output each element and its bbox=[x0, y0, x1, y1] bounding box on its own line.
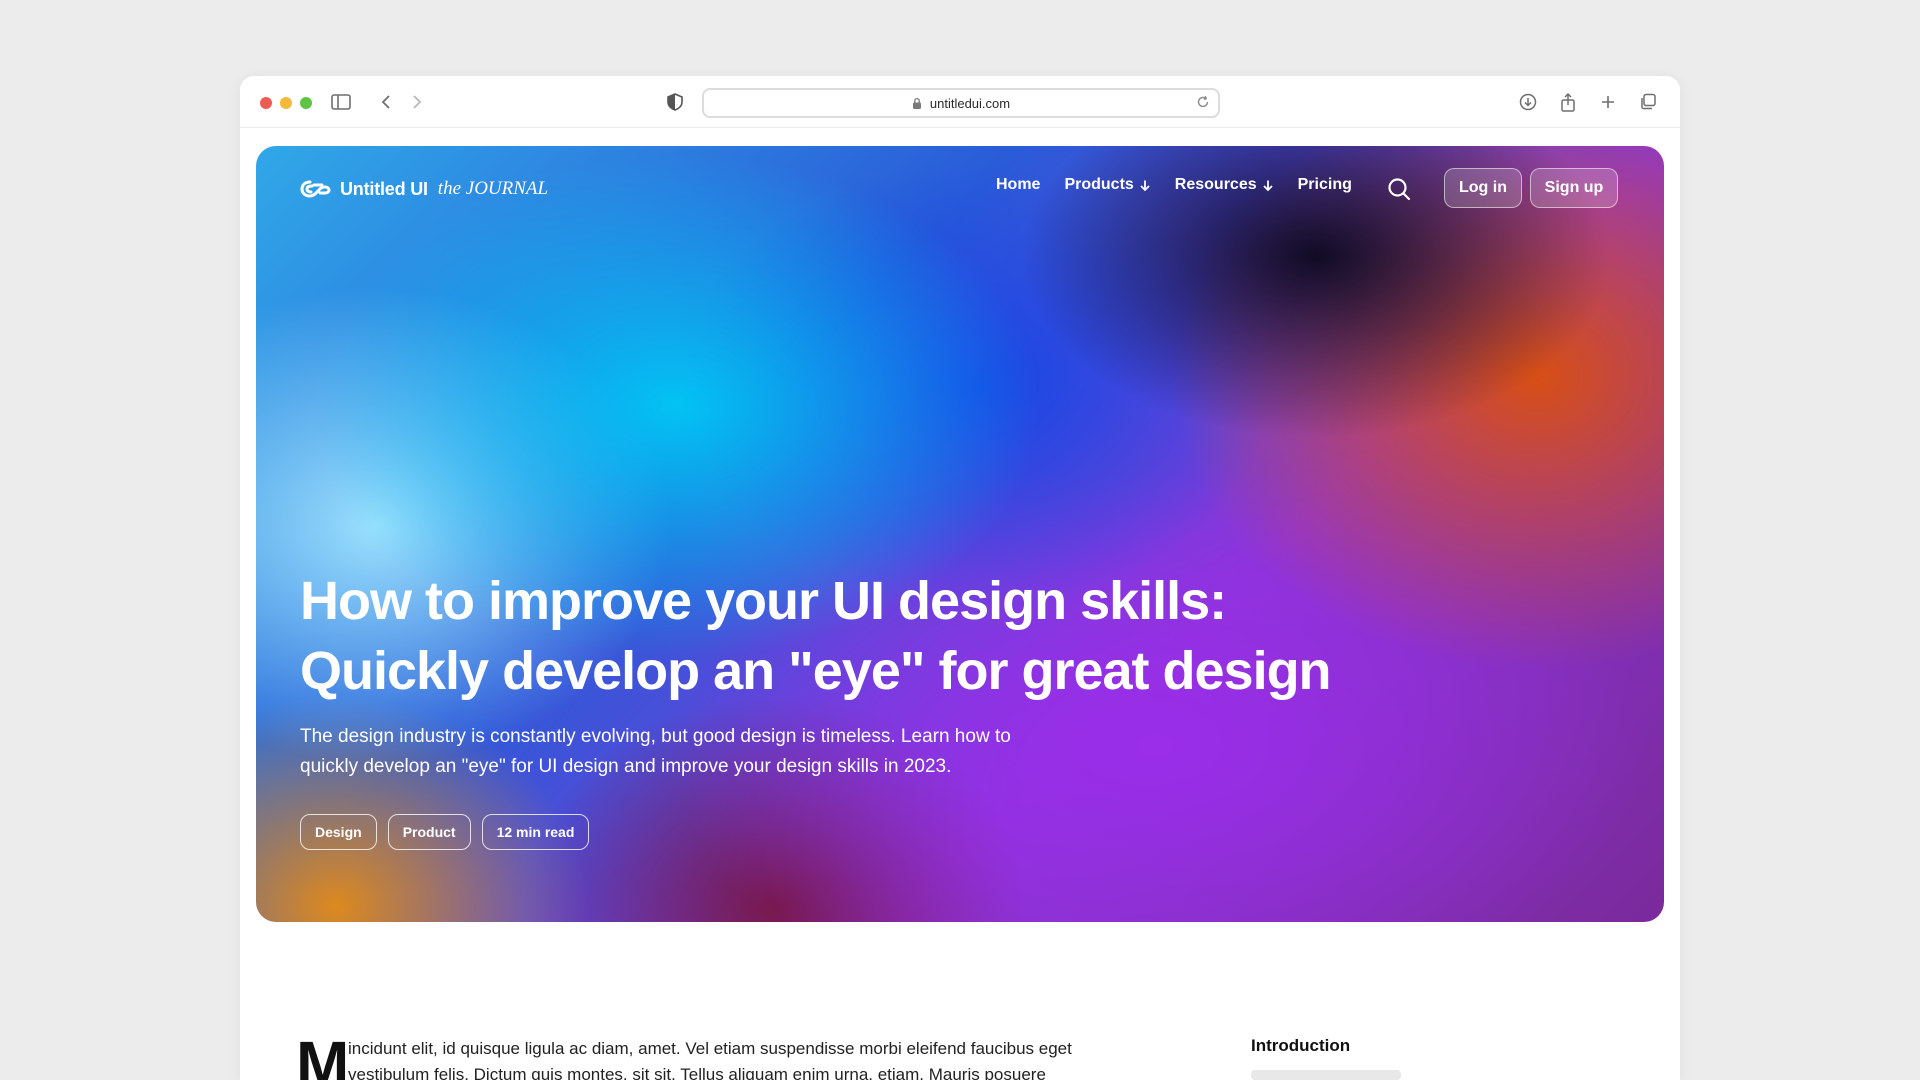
article-title-line-2: Quickly develop an "eye" for great desig… bbox=[300, 641, 1332, 701]
lock-icon bbox=[912, 97, 921, 109]
hero-section: Untitled UI the JOURNAL Home Products Re… bbox=[256, 146, 1664, 922]
nav-home[interactable]: Home bbox=[996, 176, 1040, 194]
share-icon[interactable] bbox=[1557, 92, 1579, 112]
back-icon[interactable] bbox=[375, 92, 397, 112]
forward-icon[interactable] bbox=[406, 92, 428, 112]
article-paragraph: incidunt elit, id quisque ligula ac diam… bbox=[348, 1036, 1138, 1080]
article-subtitle-line-2: quickly develop an "eye" for UI design a… bbox=[300, 756, 952, 777]
main-nav: Home Products Resources Pricing bbox=[996, 176, 1352, 194]
article-title-line-1: How to improve your UI design skills: bbox=[300, 571, 1227, 631]
nav-pricing-label: Pricing bbox=[1297, 176, 1352, 193]
nav-resources-label: Resources bbox=[1174, 176, 1257, 193]
tag-design[interactable]: Design bbox=[300, 814, 377, 850]
article-subtitle: The design industry is constantly evolvi… bbox=[300, 722, 1090, 782]
browser-window: untitledui.com Untitled UI the JOURNAL H… bbox=[240, 76, 1680, 1080]
close-window-button[interactable] bbox=[260, 97, 272, 109]
maximize-window-button[interactable] bbox=[300, 97, 312, 109]
article-title: How to improve your UI design skills: Qu… bbox=[300, 566, 1500, 706]
nav-products[interactable]: Products bbox=[1064, 176, 1150, 194]
sidebar-toggle-icon[interactable] bbox=[330, 92, 352, 112]
address-bar[interactable]: untitledui.com bbox=[702, 88, 1220, 118]
article-subtitle-line-1: The design industry is constantly evolvi… bbox=[300, 726, 1011, 747]
tag-read-time: 12 min read bbox=[481, 814, 590, 850]
privacy-shield-icon[interactable] bbox=[664, 92, 686, 112]
tag-product[interactable]: Product bbox=[387, 814, 471, 850]
browser-toolbar: untitledui.com bbox=[240, 76, 1680, 128]
toc-item-introduction[interactable]: Introduction bbox=[1251, 1036, 1350, 1056]
url-text: untitledui.com bbox=[929, 95, 1011, 111]
logo-mark-icon bbox=[300, 180, 331, 198]
nav-home-label: Home bbox=[996, 176, 1041, 193]
brand-suffix: the JOURNAL bbox=[437, 178, 549, 199]
nav-products-label: Products bbox=[1064, 176, 1134, 193]
brand-name: Untitled UI bbox=[340, 178, 428, 199]
arrow-down-icon bbox=[1140, 180, 1150, 191]
download-icon[interactable] bbox=[1517, 92, 1539, 112]
article-line-1: incidunt elit, id quisque ligula ac diam… bbox=[348, 1039, 1072, 1058]
toc-item-placeholder bbox=[1251, 1070, 1401, 1080]
tab-overview-icon[interactable] bbox=[1637, 92, 1659, 112]
minimize-window-button[interactable] bbox=[280, 97, 292, 109]
arrow-down-icon bbox=[1262, 180, 1273, 191]
article-line-2: vestibulum felis. Dictum quis montes, si… bbox=[348, 1065, 1046, 1080]
nav-pricing[interactable]: Pricing bbox=[1298, 176, 1352, 194]
article-tags: Design Product 12 min read bbox=[300, 814, 590, 850]
new-tab-icon[interactable] bbox=[1597, 92, 1619, 112]
login-button[interactable]: Log in bbox=[1444, 168, 1522, 208]
nav-resources[interactable]: Resources bbox=[1175, 176, 1274, 194]
reload-icon[interactable] bbox=[1196, 95, 1210, 112]
site-logo[interactable]: Untitled UI the JOURNAL bbox=[300, 178, 548, 200]
signup-button[interactable]: Sign up bbox=[1530, 168, 1618, 208]
search-icon[interactable] bbox=[1386, 176, 1412, 202]
window-controls bbox=[260, 97, 312, 109]
drop-cap: M bbox=[296, 1028, 350, 1080]
